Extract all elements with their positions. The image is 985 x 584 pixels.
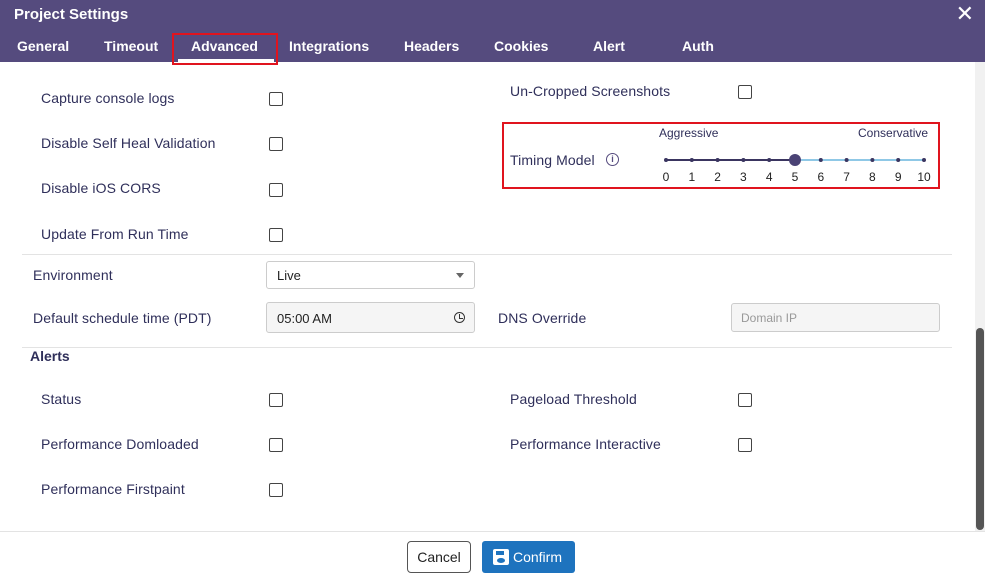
save-icon <box>493 549 509 565</box>
tab-integrations[interactable]: Integrations <box>289 38 369 54</box>
dialog-title: Project Settings <box>14 6 129 23</box>
divider <box>22 254 952 255</box>
performance-domloaded-checkbox[interactable] <box>269 438 283 452</box>
disable-self-heal-checkbox[interactable] <box>269 137 283 151</box>
slider-tick-mark[interactable] <box>818 158 823 162</box>
slider-tick-label: 9 <box>894 170 902 184</box>
tab-auth[interactable]: Auth <box>682 38 714 54</box>
chevron-down-icon <box>456 273 464 278</box>
environment-value: Live <box>277 268 301 283</box>
slider-tick-label: 2 <box>714 170 721 184</box>
slider-tick-label: 4 <box>765 170 773 184</box>
update-from-run-time-checkbox[interactable] <box>269 228 283 242</box>
update-from-run-time-label: Update From Run Time <box>41 226 189 242</box>
tab-headers[interactable]: Headers <box>404 38 459 54</box>
capture-console-logs-checkbox[interactable] <box>269 92 283 106</box>
slider-tick-mark[interactable] <box>741 158 746 162</box>
slider-tick-label: 8 <box>869 170 876 184</box>
status-label: Status <box>41 391 82 407</box>
performance-firstpaint-label: Performance Firstpaint <box>41 481 185 497</box>
slider-tick-label: 7 <box>843 170 850 184</box>
slider-tick-mark[interactable] <box>689 158 694 162</box>
slider-tick-label: 10 <box>917 170 931 184</box>
uncropped-screenshots-checkbox[interactable] <box>738 85 752 99</box>
slider-tick-mark[interactable] <box>922 158 926 162</box>
performance-firstpaint-checkbox[interactable] <box>269 483 283 497</box>
confirm-button[interactable]: Confirm <box>482 541 575 573</box>
slider-tick-label: 5 <box>791 170 799 184</box>
uncropped-screenshots-label: Un-Cropped Screenshots <box>510 83 671 99</box>
disable-ios-cors-checkbox[interactable] <box>269 183 283 197</box>
performance-interactive-checkbox[interactable] <box>738 438 752 452</box>
capture-console-logs-label: Capture console logs <box>41 90 175 106</box>
disable-ios-cors-label: Disable iOS CORS <box>41 180 161 196</box>
divider <box>22 347 952 348</box>
status-checkbox[interactable] <box>269 393 283 407</box>
pageload-threshold-label: Pageload Threshold <box>510 391 637 407</box>
tab-cookies[interactable]: Cookies <box>494 38 548 54</box>
environment-label: Environment <box>33 267 113 283</box>
tab-timeout[interactable]: Timeout <box>104 38 158 54</box>
dns-override-label: DNS Override <box>498 310 587 326</box>
slider-tick-mark[interactable] <box>664 158 668 162</box>
conservative-label: Conservative <box>858 126 929 140</box>
schedule-time-input[interactable]: 05:00 AM <box>266 302 475 333</box>
tab-alert[interactable]: Alert <box>593 38 625 54</box>
slider-thumb[interactable] <box>789 154 801 166</box>
slider-tick-mark[interactable] <box>844 158 849 162</box>
slider-tick-label: 6 <box>817 170 825 184</box>
slider-tick-label: 3 <box>740 170 747 184</box>
slider-tick-mark[interactable] <box>896 158 901 162</box>
dns-override-input[interactable]: Domain IP <box>731 303 940 332</box>
aggressive-label: Aggressive <box>659 126 719 140</box>
active-tab-highlight <box>172 33 278 65</box>
close-icon[interactable]: ✕ <box>956 3 974 25</box>
schedule-time-label: Default schedule time (PDT) <box>33 310 212 326</box>
slider-tick-mark[interactable] <box>870 158 875 162</box>
slider-tick-mark[interactable] <box>767 158 772 162</box>
slider-tick-label: 1 <box>688 170 696 184</box>
tab-general[interactable]: General <box>17 38 69 54</box>
disable-self-heal-label: Disable Self Heal Validation <box>41 135 216 151</box>
info-icon[interactable]: i <box>606 153 619 166</box>
timing-model-label: Timing Model <box>510 152 595 168</box>
pageload-threshold-checkbox[interactable] <box>738 393 752 407</box>
timing-model-slider[interactable] <box>660 150 932 170</box>
cancel-button[interactable]: Cancel <box>407 541 471 573</box>
slider-tick-label: 0 <box>662 170 670 184</box>
alerts-section-title: Alerts <box>30 348 70 364</box>
slider-tick-mark[interactable] <box>715 158 720 162</box>
clock-icon[interactable] <box>454 312 465 323</box>
environment-select[interactable]: Live <box>266 261 475 289</box>
scrollbar-thumb[interactable] <box>976 328 984 530</box>
schedule-time-value: 05:00 AM <box>277 311 332 326</box>
confirm-label: Confirm <box>512 549 562 565</box>
performance-domloaded-label: Performance Domloaded <box>41 436 199 452</box>
performance-interactive-label: Performance Interactive <box>510 436 661 452</box>
